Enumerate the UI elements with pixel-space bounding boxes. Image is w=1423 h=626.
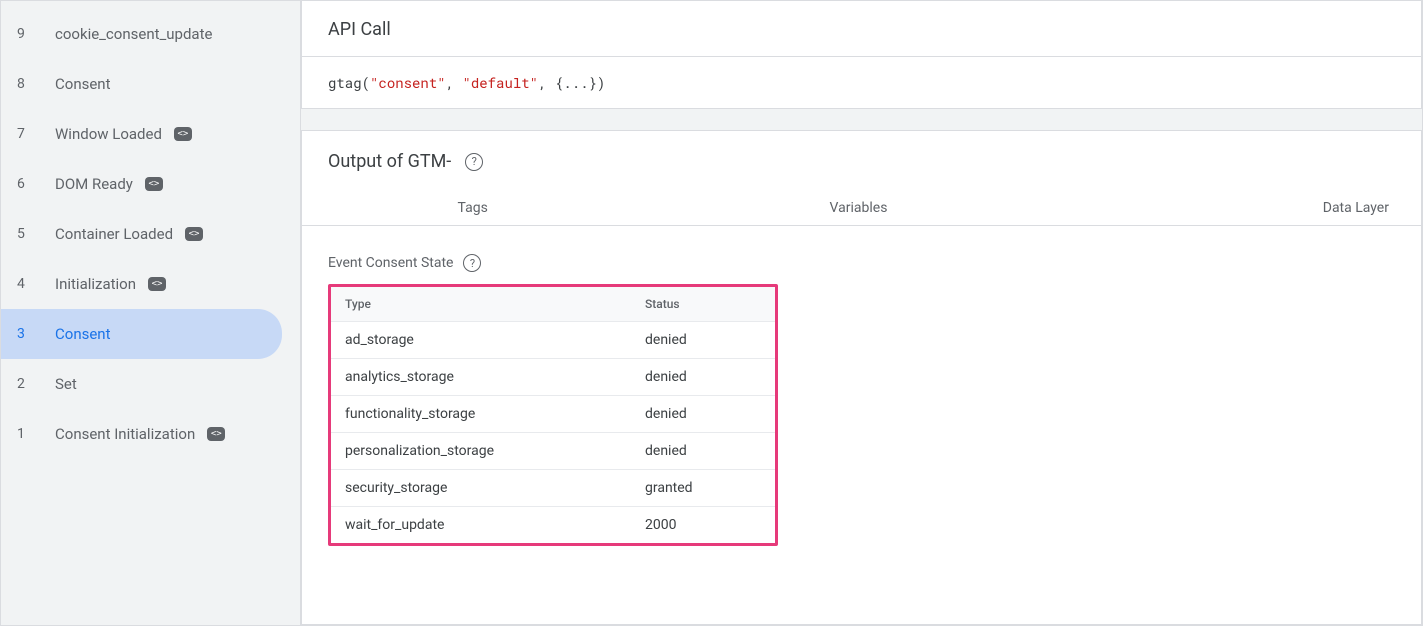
cell-status: granted: [631, 470, 775, 507]
sidebar-item-label: DOM Ready: [55, 175, 133, 193]
table-row: analytics_storagedenied: [331, 359, 775, 396]
consent-tbody: ad_storagedeniedanalytics_storagedeniedf…: [331, 322, 775, 544]
cell-status: denied: [631, 433, 775, 470]
sidebar-item-number: 3: [17, 326, 51, 342]
output-title: Output of GTM-: [328, 151, 451, 172]
cell-type: functionality_storage: [331, 396, 631, 433]
sidebar-item-label: Window Loaded: [55, 125, 162, 143]
sidebar-item-number: 5: [17, 226, 51, 242]
sidebar-item-label: cookie_consent_update: [55, 25, 212, 43]
cell-type: wait_for_update: [331, 507, 631, 544]
code-icon: <>: [148, 277, 166, 291]
th-type: Type: [331, 287, 631, 322]
sidebar-item-label: Set: [55, 375, 77, 393]
sidebar-item-label: Initialization: [55, 275, 136, 293]
code-icon: <>: [185, 227, 203, 241]
cell-type: personalization_storage: [331, 433, 631, 470]
help-icon[interactable]: ?: [465, 153, 483, 171]
table-row: ad_storagedenied: [331, 322, 775, 359]
sidebar-item-number: 7: [17, 126, 51, 142]
card-gap: [301, 109, 1422, 131]
sidebar-item-consent[interactable]: 8Consent: [1, 59, 282, 109]
api-call-card: API Call gtag("consent", "default", {...…: [301, 1, 1422, 109]
cell-type: analytics_storage: [331, 359, 631, 396]
consent-section-label: Event Consent State ?: [302, 226, 1421, 284]
table-row: security_storagegranted: [331, 470, 775, 507]
cell-status: 2000: [631, 507, 775, 544]
tab-tags[interactable]: Tags: [328, 190, 617, 225]
code-arg-default: "default": [462, 73, 538, 92]
sidebar-item-consent-initialization[interactable]: 1Consent Initialization <>: [1, 409, 282, 459]
cell-type: security_storage: [331, 470, 631, 507]
cell-type: ad_storage: [331, 322, 631, 359]
sidebar-item-consent[interactable]: 3Consent: [1, 309, 282, 359]
sidebar-item-number: 9: [17, 26, 51, 42]
sidebar-item-initialization[interactable]: 4Initialization <>: [1, 259, 282, 309]
tab-variables[interactable]: Variables: [617, 190, 1099, 225]
help-icon[interactable]: ?: [463, 254, 481, 272]
code-fn: gtag: [328, 73, 362, 92]
table-row: functionality_storagedenied: [331, 396, 775, 433]
sidebar-item-number: 2: [17, 376, 51, 392]
event-sidebar: 9cookie_consent_update8Consent7Window Lo…: [1, 1, 301, 625]
sidebar-item-container-loaded[interactable]: 5Container Loaded <>: [1, 209, 282, 259]
sidebar-item-label: Consent: [55, 325, 111, 343]
code-arg-obj: {...}: [555, 73, 597, 92]
table-row: personalization_storagedenied: [331, 433, 775, 470]
sidebar-item-number: 6: [17, 176, 51, 192]
code-arg-consent: "consent": [370, 73, 446, 92]
th-status: Status: [631, 287, 775, 322]
sidebar-item-label: Container Loaded: [55, 225, 173, 243]
consent-table: Type Status ad_storagedeniedanalytics_st…: [331, 287, 775, 543]
cell-status: denied: [631, 322, 775, 359]
sidebar-item-window-loaded[interactable]: 7Window Loaded <>: [1, 109, 282, 159]
sidebar-item-number: 4: [17, 276, 51, 292]
sidebar-item-label: Consent: [55, 75, 111, 93]
api-call-title: API Call: [302, 1, 1421, 57]
tab-data-layer[interactable]: Data Layer: [1100, 190, 1395, 225]
output-header: Output of GTM- ?: [302, 131, 1421, 190]
code-icon: <>: [174, 127, 192, 141]
output-tabs: Tags Variables Data Layer: [302, 190, 1421, 226]
cell-status: denied: [631, 359, 775, 396]
output-card: Output of GTM- ? Tags Variables Data Lay…: [301, 131, 1422, 625]
sidebar-item-number: 8: [17, 76, 51, 92]
app-frame: 9cookie_consent_update8Consent7Window Lo…: [0, 0, 1423, 626]
consent-table-highlight: Type Status ad_storagedeniedanalytics_st…: [328, 284, 778, 546]
cell-status: denied: [631, 396, 775, 433]
sidebar-item-number: 1: [17, 426, 51, 442]
code-icon: <>: [145, 177, 163, 191]
sidebar-item-set[interactable]: 2Set: [1, 359, 282, 409]
sidebar-item-label: Consent Initialization: [55, 425, 195, 443]
code-icon: <>: [207, 427, 225, 441]
api-call-code: gtag("consent", "default", {...}): [302, 57, 1421, 108]
table-row: wait_for_update2000: [331, 507, 775, 544]
main-panel: API Call gtag("consent", "default", {...…: [301, 1, 1422, 625]
sidebar-item-cookie-consent-update[interactable]: 9cookie_consent_update: [1, 9, 282, 59]
sidebar-item-dom-ready[interactable]: 6DOM Ready <>: [1, 159, 282, 209]
